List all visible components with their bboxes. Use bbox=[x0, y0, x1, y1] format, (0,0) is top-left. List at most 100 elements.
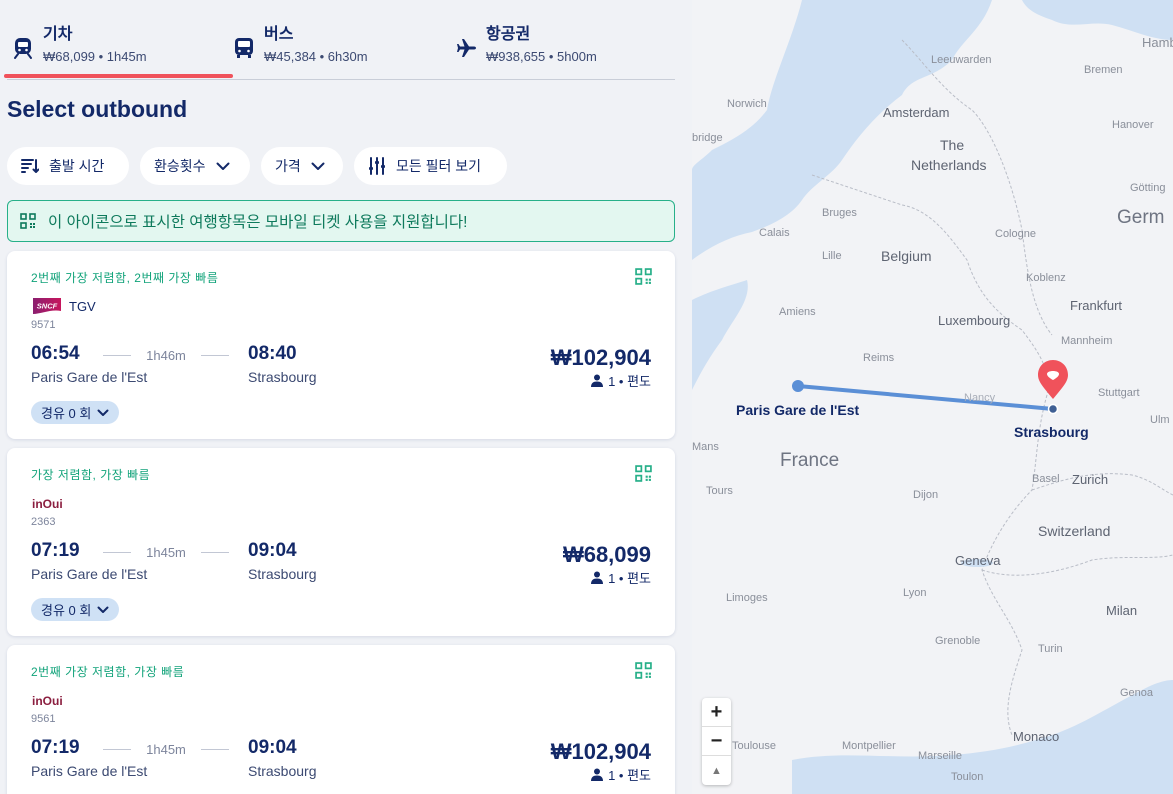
route-map[interactable]: Hamb Bremen Leeuwarden Norwich Amsterdam… bbox=[692, 0, 1173, 794]
results-panel: 기차 ₩68,099 • 1h45m 버스 ₩45,384 • 6h30m 항공… bbox=[0, 0, 692, 794]
result-card[interactable]: 2번째 가장 저렴함, 2번째 가장 빠름 SNCF TGV 9571 06:5… bbox=[7, 251, 675, 439]
baltic-sea bbox=[1022, 0, 1173, 40]
map-label: Hamb bbox=[1142, 35, 1173, 50]
map-label: Calais bbox=[759, 227, 790, 239]
duration: 1h45m bbox=[146, 742, 186, 757]
map-label: Cologne bbox=[995, 228, 1036, 240]
arrival-station: Strasbourg bbox=[248, 369, 317, 385]
border-line bbox=[901, 39, 1053, 336]
inoui-logo-text: inOui bbox=[32, 694, 63, 708]
inoui-logo-text: inOui bbox=[32, 497, 63, 511]
sncf-logo: SNCF bbox=[33, 298, 61, 314]
mobile-ticket-banner: 이 아이콘으로 표시한 여행항목은 모바일 티켓 사용을 지원합니다! bbox=[7, 200, 675, 242]
map-label: Mans bbox=[692, 441, 719, 453]
compass-reset-button[interactable]: ▲ bbox=[702, 756, 731, 785]
departure-time: 06:54 bbox=[31, 343, 80, 364]
carrier-name: TGV bbox=[69, 298, 96, 314]
transfers-label: 환승횟수 bbox=[154, 158, 206, 174]
destination-label: Strasbourg bbox=[1014, 424, 1089, 440]
tab-flight[interactable]: 항공권 ₩938,655 • 5h00m bbox=[454, 24, 597, 80]
train-number: 9571 bbox=[31, 319, 56, 331]
page-title: Select outbound bbox=[7, 96, 188, 122]
duration-line bbox=[103, 552, 131, 553]
tab-train-info: ₩68,099 • 1h45m bbox=[43, 49, 147, 64]
arrival-time: 09:04 bbox=[248, 540, 297, 561]
result-badge: 가장 저렴함, 가장 빠름 bbox=[31, 468, 151, 482]
tab-train[interactable]: 기차 ₩68,099 • 1h45m bbox=[4, 24, 233, 80]
map-label: Amiens bbox=[779, 306, 816, 318]
carrier-logo: SNCF TGV bbox=[31, 297, 96, 315]
map-label: Milan bbox=[1106, 603, 1138, 618]
departure-time-label: 출발 시간 bbox=[49, 158, 105, 174]
map-label: Leeuwarden bbox=[931, 54, 992, 66]
duration: 1h46m bbox=[146, 348, 186, 363]
bus-icon bbox=[232, 36, 256, 60]
map-label: Mannheim bbox=[1061, 335, 1113, 347]
departure-station: Paris Gare de l'Est bbox=[31, 763, 148, 779]
chevron-down-icon bbox=[97, 606, 109, 614]
price: ₩102,904 bbox=[550, 739, 651, 764]
price: ₩68,099 bbox=[562, 542, 651, 567]
map-label: Lille bbox=[822, 250, 842, 262]
duration-line bbox=[201, 749, 229, 750]
map-label: Amsterdam bbox=[883, 105, 950, 120]
map-label: Götting bbox=[1130, 182, 1166, 194]
tab-flight-label: 항공권 bbox=[486, 26, 531, 43]
arrival-station: Strasbourg bbox=[248, 763, 317, 779]
duration-line bbox=[103, 355, 131, 356]
zoom-controls: + − ▲ bbox=[702, 698, 731, 785]
stops-toggle[interactable]: 경유 0 회 bbox=[31, 598, 120, 621]
stops-label: 경유 0 회 bbox=[41, 406, 92, 421]
train-number: 9561 bbox=[31, 713, 56, 725]
map-label: Monaco bbox=[1013, 729, 1060, 744]
chevron-down-icon bbox=[216, 162, 230, 171]
result-badge: 2번째 가장 저렴함, 2번째 가장 빠름 bbox=[31, 271, 219, 285]
price-label: 가격 bbox=[275, 158, 301, 174]
duration-line bbox=[103, 749, 131, 750]
map-label: Norwich bbox=[727, 98, 767, 110]
map-label: Reims bbox=[863, 352, 895, 364]
zoom-in-button[interactable]: + bbox=[702, 698, 731, 727]
map-label: Turin bbox=[1038, 643, 1063, 655]
person-icon bbox=[591, 768, 604, 781]
map-label: bridge bbox=[692, 132, 723, 144]
passenger-info: 1 • 편도 bbox=[591, 568, 651, 587]
zoom-out-button[interactable]: − bbox=[702, 727, 731, 756]
departure-station: Paris Gare de l'Est bbox=[31, 566, 148, 582]
sncf-logo-text: SNCF bbox=[37, 302, 58, 311]
departure-station: Paris Gare de l'Est bbox=[31, 369, 148, 385]
map-label: Stuttgart bbox=[1098, 387, 1140, 399]
mobile-ticket-icon bbox=[635, 268, 652, 290]
carrier-logo: inOui bbox=[31, 691, 67, 709]
map-label: Bremen bbox=[1084, 64, 1123, 76]
person-icon bbox=[591, 374, 604, 387]
map-label: Frankfurt bbox=[1070, 298, 1123, 313]
map-label: Luxembourg bbox=[938, 313, 1011, 328]
map-label: Basel bbox=[1032, 473, 1060, 485]
result-card[interactable]: 가장 저렴함, 가장 빠름 inOui 2363 07:19 Paris Gar… bbox=[7, 448, 675, 636]
mobile-ticket-icon bbox=[635, 662, 652, 684]
qr-code-icon bbox=[20, 213, 36, 229]
all-filters-button[interactable]: 모든 필터 보기 bbox=[354, 147, 507, 185]
map-label: Tours bbox=[706, 485, 733, 497]
stops-toggle[interactable]: 경유 0 회 bbox=[31, 401, 120, 424]
departure-time-filter[interactable]: 출발 시간 bbox=[7, 147, 129, 185]
plane-icon bbox=[454, 36, 478, 60]
all-filters-label: 모든 필터 보기 bbox=[396, 158, 482, 174]
sliders-icon bbox=[368, 157, 386, 175]
map-label: The bbox=[940, 137, 965, 153]
banner-text: 이 아이콘으로 표시한 여행항목은 모바일 티켓 사용을 지원합니다! bbox=[48, 214, 468, 231]
tab-bus[interactable]: 버스 ₩45,384 • 6h30m bbox=[232, 24, 368, 80]
price-filter[interactable]: 가격 bbox=[261, 147, 343, 185]
map-label: Geneva bbox=[955, 553, 1001, 568]
tab-bus-label: 버스 bbox=[264, 26, 294, 43]
train-number: 2363 bbox=[31, 516, 56, 528]
stops-label: 경유 0 회 bbox=[41, 603, 92, 618]
result-card[interactable]: 2번째 가장 저렴함, 가장 빠름 inOui 9561 07:19 Paris… bbox=[7, 645, 675, 794]
map-label: Germ bbox=[1117, 207, 1165, 228]
tab-flight-info: ₩938,655 • 5h00m bbox=[486, 49, 597, 64]
transfers-filter[interactable]: 환승횟수 bbox=[140, 147, 250, 185]
map-label: Lyon bbox=[903, 587, 927, 599]
arrival-time: 09:04 bbox=[248, 737, 297, 758]
duration-line bbox=[201, 552, 229, 553]
